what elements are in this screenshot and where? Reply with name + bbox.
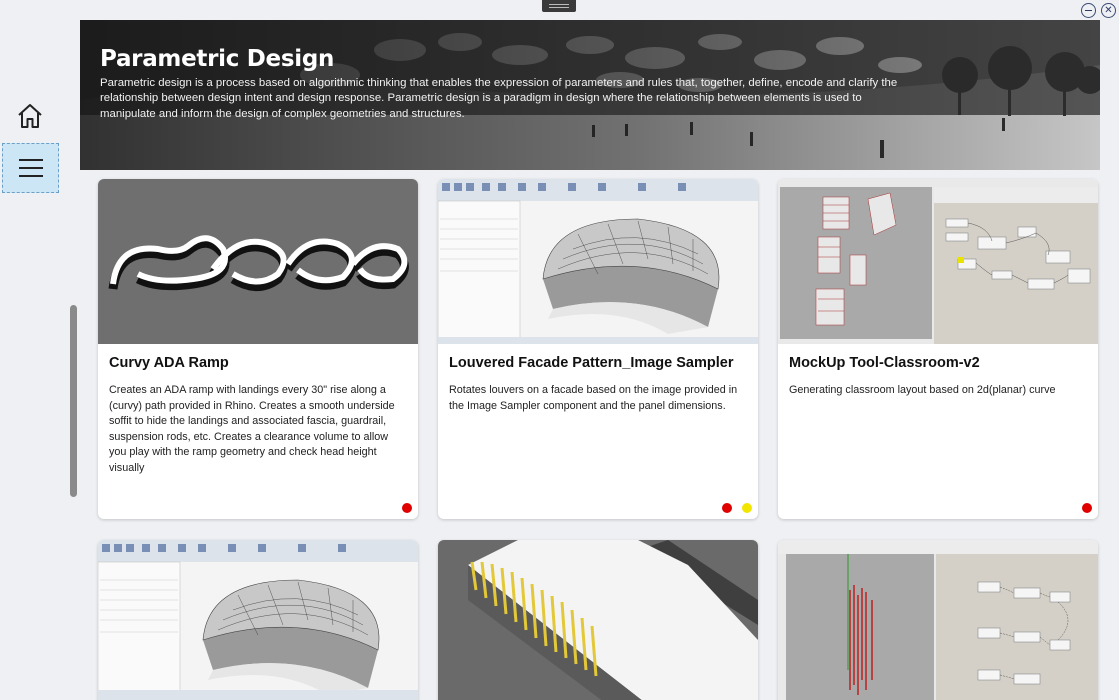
script-card[interactable] xyxy=(438,540,758,700)
script-card[interactable]: MockUp Tool-Classroom-v2 Generating clas… xyxy=(778,179,1098,519)
window-drag-handle[interactable] xyxy=(542,0,576,12)
page-description: Parametric design is a process based on … xyxy=(100,77,898,120)
home-icon xyxy=(18,104,42,128)
sidebar xyxy=(0,0,62,700)
card-thumbnail xyxy=(438,179,758,344)
status-indicator-red xyxy=(402,503,412,513)
page-title: Parametric Design xyxy=(100,46,335,72)
card-thumbnail xyxy=(778,540,1098,700)
card-thumbnail xyxy=(438,540,758,700)
vertical-scrollbar[interactable] xyxy=(70,305,77,497)
hero-banner: Parametric Design Parametric design is a… xyxy=(80,20,1100,170)
status-indicator-red xyxy=(722,503,732,513)
minimize-icon[interactable] xyxy=(1081,3,1096,18)
card-description: Rotates louvers on a facade based on the… xyxy=(449,384,738,412)
card-title: Curvy ADA Ramp xyxy=(109,355,229,371)
status-indicator-yellow xyxy=(742,503,752,513)
status-indicator-red xyxy=(1082,503,1092,513)
menu-button[interactable] xyxy=(2,143,59,193)
script-card[interactable]: Curvy ADA Ramp Creates an ADA ramp with … xyxy=(98,179,418,519)
card-title: Louvered Facade Pattern_Image Sampler xyxy=(449,355,734,371)
card-thumbnail xyxy=(98,540,418,700)
card-thumbnail xyxy=(98,179,418,344)
card-thumbnail xyxy=(778,179,1098,344)
hamburger-menu-icon xyxy=(18,159,43,177)
script-card[interactable] xyxy=(778,540,1098,700)
home-button[interactable] xyxy=(15,101,45,131)
card-description: Generating classroom layout based on 2d(… xyxy=(789,384,1056,396)
close-icon[interactable]: ✕ xyxy=(1101,3,1116,18)
card-description: Creates an ADA ramp with landings every … xyxy=(109,384,395,474)
card-title: MockUp Tool-Classroom-v2 xyxy=(789,355,980,371)
script-card[interactable]: Louvered Facade Pattern_Image Sampler Ro… xyxy=(438,179,758,519)
script-card[interactable] xyxy=(98,540,418,700)
